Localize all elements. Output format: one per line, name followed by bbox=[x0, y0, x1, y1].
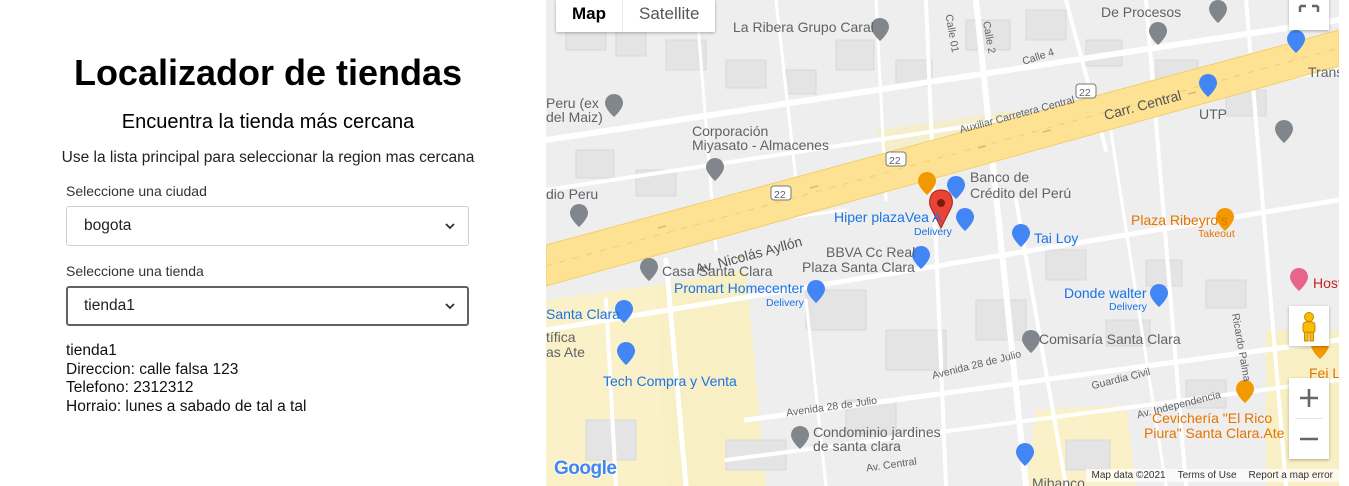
map-type-control: Map Satellite bbox=[556, 0, 716, 32]
poi-label[interactable]: De Procesos bbox=[1101, 5, 1181, 20]
poi-label[interactable]: de santa clara bbox=[813, 439, 901, 454]
city-label: Seleccione una ciudad bbox=[66, 183, 207, 199]
chevron-down-icon bbox=[445, 223, 455, 230]
poi-label[interactable]: Banco de bbox=[970, 170, 1029, 185]
store-label: Seleccione una tienda bbox=[66, 263, 204, 279]
store-name: tienda1 bbox=[66, 342, 117, 359]
poi-label[interactable]: Piura" Santa Clara.Ate bbox=[1144, 426, 1284, 441]
poi-label[interactable]: Trans bbox=[1308, 65, 1339, 80]
route-number: 22 bbox=[1079, 87, 1091, 99]
poi-label[interactable]: Miyasato - Almacenes bbox=[692, 138, 829, 153]
map-type-satellite-button[interactable]: Satellite bbox=[623, 0, 715, 32]
poi-label[interactable]: Host bbox=[1313, 276, 1339, 291]
poi-label[interactable]: Santa Clara bbox=[546, 307, 620, 322]
city-select-value: bogota bbox=[84, 217, 132, 234]
poi-label: Delivery bbox=[914, 226, 952, 238]
poi-label[interactable]: Promart Homecenter bbox=[674, 281, 804, 296]
minus-icon bbox=[1300, 437, 1318, 441]
poi-label[interactable]: La Ribera Grupo Caral bbox=[733, 20, 874, 35]
street-view-button[interactable] bbox=[1289, 306, 1329, 346]
poi-label[interactable]: Tai Loy bbox=[1034, 231, 1078, 246]
map-footer: Map data ©2021 Terms of Use Report a map… bbox=[1085, 469, 1339, 482]
poi-label[interactable]: Cevichería "El Rico bbox=[1152, 411, 1272, 426]
google-logo[interactable]: Google bbox=[554, 458, 617, 480]
poi-label[interactable]: del Maiz) bbox=[546, 110, 603, 125]
route-number: 22 bbox=[889, 155, 901, 167]
poi-label: Delivery bbox=[766, 297, 804, 309]
store-select[interactable]: tienda1 bbox=[66, 286, 469, 326]
store-info: tienda1 Direccion: calle falsa 123 Telef… bbox=[66, 342, 306, 416]
zoom-in-button[interactable] bbox=[1289, 378, 1329, 418]
google-logo-text: Google bbox=[554, 458, 617, 479]
poi-label[interactable]: tífica bbox=[546, 330, 576, 345]
poi-label[interactable]: UTP bbox=[1199, 107, 1227, 122]
poi-label[interactable]: Tech Compra y Venta bbox=[603, 374, 737, 389]
zoom-out-button[interactable] bbox=[1289, 419, 1329, 459]
poi-label[interactable]: Plaza Santa Clara bbox=[802, 260, 915, 275]
page-instructions: Use la lista principal para seleccionar … bbox=[61, 149, 475, 166]
poi-label[interactable]: as Ate bbox=[546, 345, 585, 360]
store-hours: Horraio: lunes a sabado de tal a tal bbox=[66, 397, 307, 415]
map-data-credit: Map data ©2021 bbox=[1091, 470, 1166, 481]
poi-label: Takeout bbox=[1198, 228, 1235, 240]
store-select-value: tienda1 bbox=[84, 297, 135, 314]
google-map[interactable]: Av. Nicolás Ayllón Carr. Central Auxilia… bbox=[546, 0, 1339, 486]
poi-label[interactable]: BBVA Cc Real bbox=[826, 245, 915, 260]
store-locator-panel: Localizador de tiendas Encuentra la tien… bbox=[0, 0, 546, 486]
route-number: 22 bbox=[774, 189, 786, 201]
poi-label[interactable]: Casa Santa Clara bbox=[662, 264, 773, 279]
page-subtitle: Encuentra la tienda más cercana bbox=[121, 111, 415, 133]
poi-label[interactable]: Mibanco bbox=[1032, 476, 1085, 486]
fullscreen-button[interactable] bbox=[1289, 0, 1329, 30]
poi-label[interactable]: Comisaría Santa Clara bbox=[1039, 332, 1181, 347]
map-type-map-button[interactable]: Map bbox=[556, 0, 623, 32]
fullscreen-icon bbox=[1298, 4, 1320, 12]
poi-label[interactable]: Plaza Ribeyro's bbox=[1131, 213, 1228, 228]
report-error-link[interactable]: Report a map error bbox=[1249, 470, 1333, 481]
chevron-down-icon bbox=[445, 303, 455, 310]
terms-link[interactable]: Terms of Use bbox=[1178, 470, 1237, 481]
poi-label[interactable]: dio Peru bbox=[546, 187, 598, 202]
poi-label[interactable]: Donde walter bbox=[1064, 286, 1147, 301]
poi-label: Delivery bbox=[1109, 301, 1147, 313]
store-phone: Telefono: 2312312 bbox=[66, 379, 194, 396]
store-address: Direccion: calle falsa 123 bbox=[66, 360, 239, 378]
poi-label[interactable]: Crédito del Perú bbox=[970, 186, 1071, 201]
zoom-control bbox=[1289, 378, 1329, 459]
pegman-icon bbox=[1302, 312, 1316, 342]
plus-icon bbox=[1300, 389, 1318, 407]
city-select[interactable]: bogota bbox=[66, 206, 469, 246]
page-title: Localizador de tiendas bbox=[73, 52, 463, 93]
poi-label[interactable]: Hiper plazaVea A bbox=[834, 210, 941, 225]
